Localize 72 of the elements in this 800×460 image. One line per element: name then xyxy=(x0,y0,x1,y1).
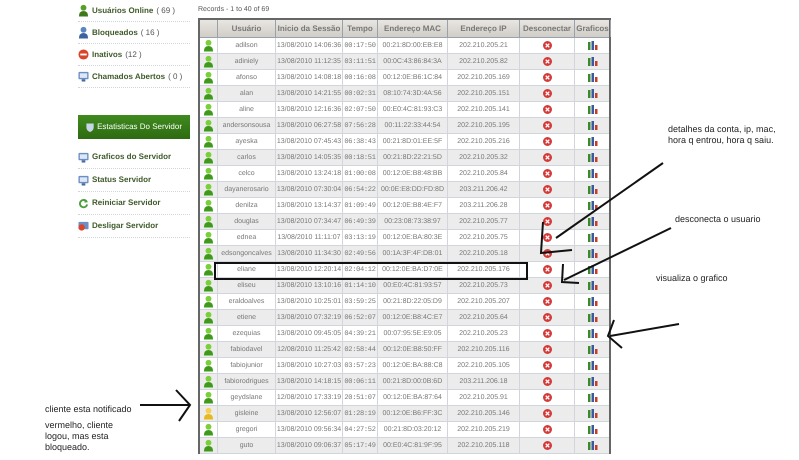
no-entry-icon xyxy=(78,49,89,60)
sidebar-link[interactable]: Reiniciar Servidor xyxy=(78,197,160,209)
annotation-note: cliente esta notificado xyxy=(45,404,133,415)
bar-chart-icon[interactable] xyxy=(588,41,598,50)
panel-header: Estatisticas Do Servidor xyxy=(78,115,190,139)
refresh-icon xyxy=(78,198,89,208)
user-status-icon xyxy=(203,215,214,228)
column-header: Usuário xyxy=(218,20,276,37)
user-status-icon xyxy=(203,39,214,52)
annotation-note: vermelho, cliente logou, mas esta bloqueado. xyxy=(45,420,114,453)
user-status-icon xyxy=(203,119,214,132)
user-status-icon xyxy=(203,295,214,308)
monitor-icon xyxy=(78,71,89,82)
column-header: Desconectar xyxy=(520,20,575,37)
bar-chart-icon[interactable] xyxy=(588,201,598,210)
annotation-note: detalhes da conta, ip, mac, hora q entrou, hora q saiu. xyxy=(668,124,777,146)
disconnect-icon[interactable] xyxy=(542,217,552,226)
sidebar-link[interactable]: Desligar Servidor xyxy=(78,220,158,232)
user-status-icon xyxy=(203,55,214,68)
user-status-icon xyxy=(203,263,214,276)
annotation-note: visualiza o grafico xyxy=(656,273,729,284)
shield-icon xyxy=(86,122,94,132)
column-header: Endereço MAC xyxy=(378,20,448,37)
user-status-icon xyxy=(203,135,214,148)
user-status-icon xyxy=(203,87,214,100)
user-status-icon xyxy=(203,231,214,244)
annotation-note: desconecta o usuario xyxy=(675,214,762,225)
user-status-icon xyxy=(203,439,214,452)
bar-chart-icon[interactable] xyxy=(588,105,598,114)
sidebar-link[interactable]: Graficos do Servidor xyxy=(78,151,172,163)
user-status-icon xyxy=(203,391,214,404)
user-status-icon xyxy=(203,279,214,292)
column-header: Endereço IP xyxy=(448,20,520,37)
user-status-icon xyxy=(203,183,214,196)
user-status-icon xyxy=(203,343,214,356)
bar-chart-icon[interactable] xyxy=(588,233,598,242)
user-status-icon xyxy=(203,247,214,260)
bar-chart-icon[interactable] xyxy=(588,137,598,146)
user-status-icon xyxy=(203,407,214,420)
person-icon xyxy=(78,26,89,39)
user-status-icon xyxy=(203,71,214,84)
disconnect-icon[interactable] xyxy=(542,233,552,242)
bar-chart-icon[interactable] xyxy=(588,297,598,306)
bar-chart-icon[interactable] xyxy=(588,329,598,338)
power-icon xyxy=(78,220,89,232)
sidebar-link[interactable]: Chamados Abertos ( 0 ) xyxy=(78,70,182,82)
user-status-icon xyxy=(203,151,214,164)
sidebar-link[interactable]: Status Servidor xyxy=(78,174,152,186)
bar-chart-icon[interactable] xyxy=(588,73,598,82)
bar-chart-icon[interactable] xyxy=(588,169,598,178)
user-status-icon xyxy=(203,359,214,372)
user-status-icon xyxy=(203,375,214,388)
column-header: Graficos xyxy=(575,20,611,37)
sidebar-link[interactable]: Inativos (12 ) xyxy=(78,48,142,60)
user-status-icon xyxy=(203,311,214,324)
column-header: Tempo xyxy=(343,20,378,37)
user-status-icon xyxy=(203,103,214,116)
bar-chart-icon[interactable] xyxy=(588,393,598,402)
sidebar-link[interactable]: Bloqueados ( 16 ) xyxy=(78,26,160,39)
user-status-icon xyxy=(203,167,214,180)
column-header: Inicio da Sessão xyxy=(276,20,343,37)
user-status-icon xyxy=(203,327,214,340)
user-status-icon xyxy=(203,199,214,212)
user-status-icon xyxy=(203,423,214,436)
sidebar-link[interactable]: Usuários Online ( 69 ) xyxy=(78,4,176,17)
disconnect-icon[interactable] xyxy=(542,249,552,258)
monitor-icon xyxy=(78,152,89,162)
monitor-icon xyxy=(78,174,89,186)
person-icon xyxy=(78,4,89,17)
bar-chart-icon[interactable] xyxy=(588,361,598,370)
bar-chart-icon[interactable] xyxy=(588,265,598,274)
bar-chart-icon[interactable] xyxy=(588,425,598,434)
